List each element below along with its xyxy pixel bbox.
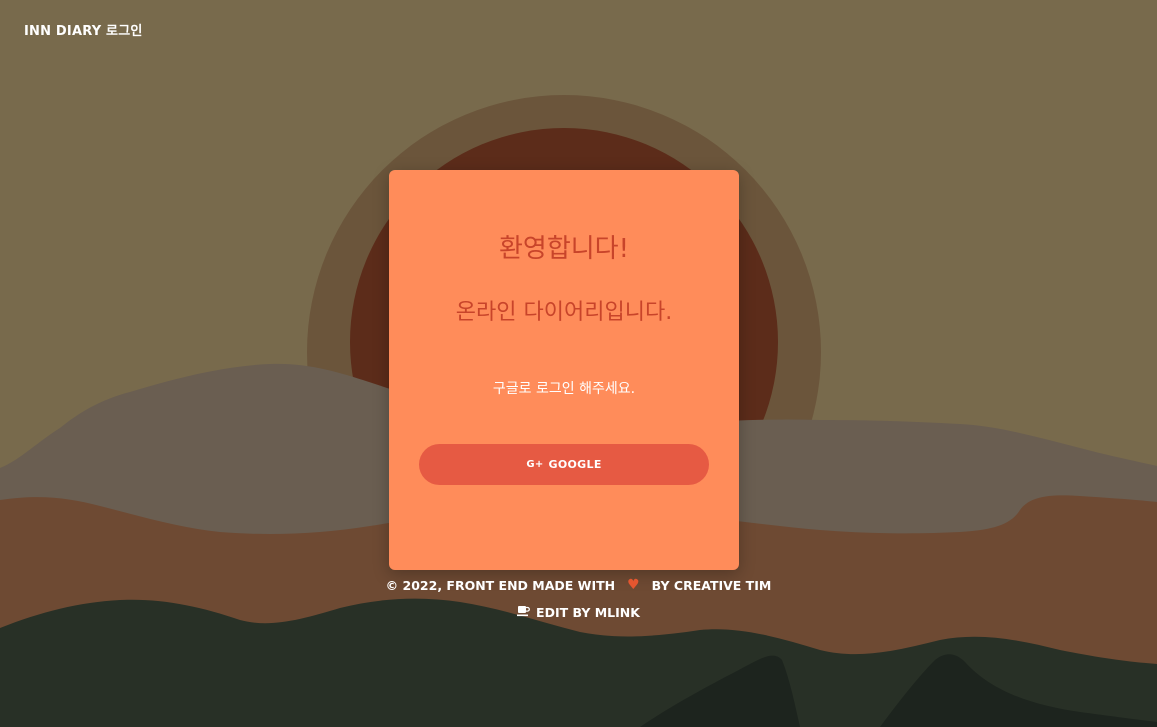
google-plus-icon: G+ xyxy=(526,459,544,470)
login-instruction: 구글로 로그인 해주세요. xyxy=(492,381,636,397)
login-page: INN DIARY 로그인 환영합니다! 온라인 다이어리입니다. 구글로 로그… xyxy=(0,0,1157,727)
welcome-title: 환영합니다! xyxy=(498,234,630,264)
welcome-subtitle: 온라인 다이어리입니다. xyxy=(455,300,673,325)
edit-line: EDIT BY MLINK xyxy=(0,603,1157,621)
google-login-button[interactable]: G+ GOOGLE xyxy=(419,444,709,485)
login-card: 환영합니다! 온라인 다이어리입니다. 구글로 로그인 해주세요. G+ GOO… xyxy=(389,170,739,570)
google-login-label: GOOGLE xyxy=(548,458,602,471)
copyright-line: © 2022, FRONT END MADE WITH ♥ BY CREATIV… xyxy=(0,576,1157,594)
heart-icon: ♥ xyxy=(627,577,640,593)
footer: © 2022, FRONT END MADE WITH ♥ BY CREATIV… xyxy=(0,576,1157,621)
coffee-icon xyxy=(517,605,530,620)
copyright-prefix: © 2022, FRONT END MADE WITH xyxy=(385,577,616,593)
mlink-link[interactable]: EDIT BY MLINK xyxy=(536,605,640,620)
brand-link[interactable]: INN DIARY 로그인 xyxy=(24,20,143,39)
creative-tim-link[interactable]: BY CREATIVE TIM xyxy=(652,578,772,593)
